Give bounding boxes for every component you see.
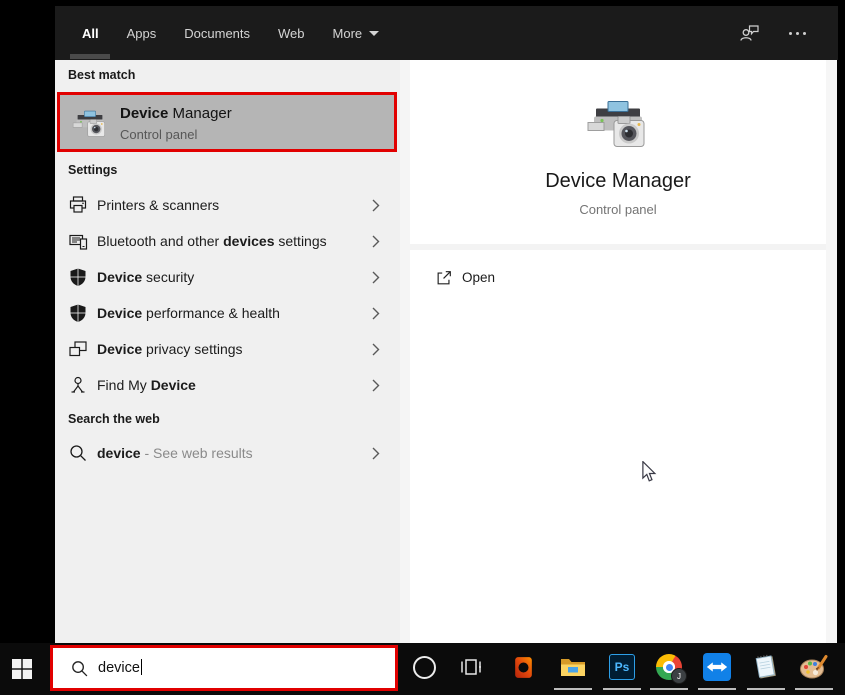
tab-all[interactable]: All xyxy=(68,6,113,60)
result-label: Device performance & health xyxy=(97,305,280,321)
tab-more[interactable]: More xyxy=(319,6,394,60)
chrome-profile-badge: J xyxy=(671,668,687,684)
running-indicator-teamviewer xyxy=(698,688,736,690)
teamviewer-icon xyxy=(703,653,731,681)
chevron-right-icon xyxy=(372,379,380,392)
taskbar-notepad[interactable] xyxy=(751,652,781,682)
best-match-title: Device Manager xyxy=(120,105,232,122)
tab-web-label: Web xyxy=(278,25,305,41)
search-filter-bar: All Apps Documents Web More xyxy=(55,6,838,60)
preview-panel: Device Manager Control panel Open xyxy=(410,60,826,643)
chrome-icon: J xyxy=(656,654,687,684)
search-input[interactable]: device xyxy=(50,645,398,691)
result-label: Bluetooth and other devices settings xyxy=(97,233,327,249)
notepad-icon xyxy=(755,654,776,679)
feedback-icon[interactable] xyxy=(739,23,761,43)
result-printers-scanners[interactable]: Printers & scanners xyxy=(55,187,400,223)
result-find-my-device[interactable]: Find My Device xyxy=(55,367,400,403)
search-input-value: device xyxy=(98,648,143,688)
chevron-right-icon xyxy=(372,235,380,248)
result-web-search-device[interactable]: device - See web results xyxy=(55,435,400,471)
search-results-panel: Best match Device Manager Control panel … xyxy=(55,60,400,643)
more-options-icon[interactable] xyxy=(787,26,808,41)
preview-subtitle: Control panel xyxy=(579,202,657,217)
filter-tabs: All Apps Documents Web More xyxy=(55,6,393,60)
tab-all-label: All xyxy=(82,25,99,41)
taskbar-chrome[interactable]: J xyxy=(654,652,687,684)
chevron-down-icon xyxy=(369,30,380,36)
selected-tab-indicator xyxy=(70,54,111,59)
chevron-right-icon xyxy=(372,199,380,212)
open-icon xyxy=(437,271,451,285)
search-web-header: Search the web xyxy=(68,412,160,426)
tab-documents[interactable]: Documents xyxy=(170,6,264,60)
tab-web[interactable]: Web xyxy=(264,6,319,60)
cortana-icon xyxy=(412,655,436,679)
result-device-performance-health[interactable]: Device performance & health xyxy=(55,295,400,331)
result-label: Find My Device xyxy=(97,377,196,393)
result-device-privacy-settings[interactable]: Device privacy settings xyxy=(55,331,400,367)
result-label: device - See web results xyxy=(97,445,253,461)
best-match-subtitle: Control panel xyxy=(120,127,198,142)
taskbar-task-view[interactable] xyxy=(456,652,486,682)
bluetooth-devices-icon xyxy=(69,234,88,250)
preview-title: Device Manager xyxy=(545,170,691,192)
open-label: Open xyxy=(462,270,496,285)
preview-divider xyxy=(410,244,826,250)
result-label: Printers & scanners xyxy=(97,197,220,213)
office-icon xyxy=(514,656,532,678)
taskbar-teamviewer[interactable] xyxy=(702,652,732,682)
tab-more-label: More xyxy=(332,25,363,41)
taskbar-cortana[interactable] xyxy=(409,652,439,682)
search-icon xyxy=(70,445,86,461)
taskbar-paint[interactable] xyxy=(799,652,829,682)
printer-icon xyxy=(69,196,87,213)
search-icon xyxy=(72,661,88,677)
start-button[interactable] xyxy=(11,658,33,680)
photoshop-icon: Ps xyxy=(609,654,635,680)
result-bluetooth-devices-settings[interactable]: Bluetooth and other devices settings xyxy=(55,223,400,259)
device-manager-icon xyxy=(72,110,105,137)
result-device-security[interactable]: Device security xyxy=(55,259,400,295)
task-view-icon xyxy=(461,659,481,675)
running-indicator-photoshop xyxy=(603,688,641,690)
running-indicator-notepad xyxy=(747,688,785,690)
device-manager-icon xyxy=(587,101,645,147)
paint-icon xyxy=(800,655,828,679)
scrollbar-track[interactable] xyxy=(826,60,837,643)
running-indicator-chrome xyxy=(650,688,688,690)
find-device-icon xyxy=(71,376,85,393)
best-match-device-manager[interactable]: Device Manager Control panel xyxy=(57,92,397,152)
file-explorer-icon xyxy=(561,658,585,676)
tabbar-right-icons xyxy=(739,23,838,43)
taskbar-file-explorer[interactable] xyxy=(558,652,588,682)
windows-search-screen: All Apps Documents Web More Best match D… xyxy=(0,0,845,695)
tab-apps-label: Apps xyxy=(126,25,157,41)
shield-icon xyxy=(70,304,86,322)
taskbar-photoshop[interactable]: Ps xyxy=(607,652,637,682)
taskbar-office[interactable] xyxy=(508,652,538,682)
shield-icon xyxy=(70,268,86,286)
result-label: Device security xyxy=(97,269,195,285)
tab-documents-label: Documents xyxy=(184,25,251,41)
running-indicator-file-explorer xyxy=(554,688,592,690)
panel-divider xyxy=(400,60,410,643)
device-privacy-icon xyxy=(69,341,87,357)
result-label: Device privacy settings xyxy=(97,341,243,357)
chevron-right-icon xyxy=(372,307,380,320)
running-indicator-paint xyxy=(795,688,833,690)
chevron-right-icon xyxy=(372,271,380,284)
text-caret xyxy=(140,659,143,675)
chevron-right-icon xyxy=(372,343,380,356)
best-match-header: Best match xyxy=(68,68,136,82)
mouse-cursor xyxy=(642,461,657,482)
chevron-right-icon xyxy=(372,447,380,460)
open-action[interactable]: Open xyxy=(410,258,826,298)
tab-apps[interactable]: Apps xyxy=(113,6,171,60)
settings-header: Settings xyxy=(68,163,118,177)
